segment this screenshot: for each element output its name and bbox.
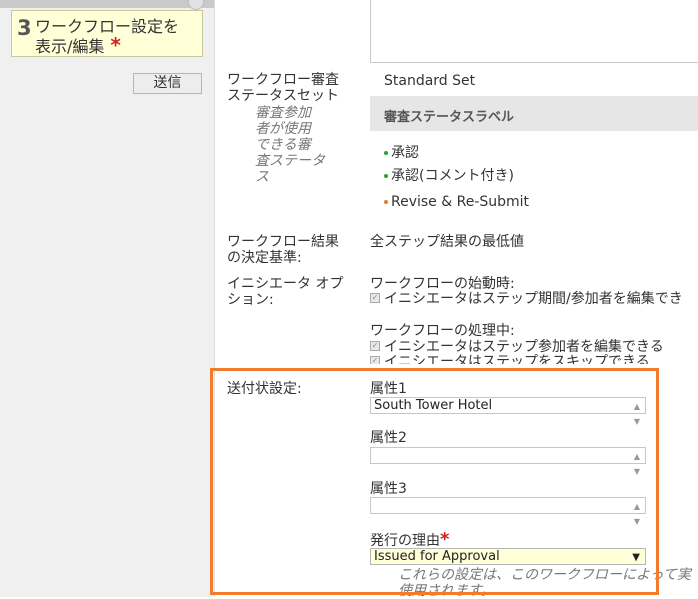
description-textarea[interactable] — [370, 0, 698, 63]
orange-bullet-icon — [384, 200, 388, 204]
progress-heading: ワークフローの処理中: — [370, 323, 515, 339]
required-asterisk-icon: * — [110, 33, 121, 57]
review-status-help-line: できる審 — [255, 137, 311, 153]
start-option: ✓ イニシエータはステップ期間/参加者を編集でき — [370, 291, 683, 307]
review-status-help-line: ス — [255, 169, 269, 185]
progress-option2: ✓ イニシエータはステップをスキップできる — [370, 354, 650, 364]
criteria-label-line2: の決定基準: — [227, 250, 302, 266]
highlight-frame — [210, 368, 659, 595]
initiator-label: イニシエータ オプ ション: — [227, 276, 343, 308]
review-status-help-line: 審査参加 — [255, 105, 311, 121]
step-label-line2-wrap: 表示/編集 * — [35, 33, 179, 57]
initiator-label-line1: イニシエータ オプ — [227, 276, 344, 292]
step-number: 3 — [17, 16, 32, 40]
step-indicator[interactable]: 3 ワークフロー設定を 表示/編集 * — [11, 10, 203, 57]
status-item-revise: Revise & Re-Submit — [384, 194, 529, 210]
progress-option1-label: イニシエータはステップ参加者を編集できる — [384, 339, 664, 355]
start-heading: ワークフローの始動時: — [370, 276, 515, 292]
checkbox-checked-icon[interactable]: ✓ — [370, 293, 380, 303]
review-status-label: ワークフロー審査 ステータスセット — [227, 72, 339, 104]
progress-option2-label: イニシエータはステップをスキップできる — [384, 354, 650, 364]
review-status-label-line1: ワークフロー審査 — [227, 72, 339, 88]
send-button[interactable]: 送信 — [133, 73, 202, 94]
left-panel: 3 ワークフロー設定を 表示/編集 * 送信 — [0, 0, 215, 597]
left-topbar — [0, 0, 214, 10]
review-status-label-line2: ステータスセット — [227, 88, 339, 104]
review-status-help: 審査参加 者が使用 できる審 査ステータ ス — [255, 105, 325, 185]
start-option-label: イニシエータはステップ期間/参加者を編集でき — [384, 291, 683, 307]
initiator-label-line2: ション: — [227, 292, 274, 308]
step-label: ワークフロー設定を 表示/編集 * — [35, 17, 179, 56]
criteria-value: 全ステップ結果の最低値 — [370, 234, 524, 250]
green-bullet-icon — [384, 174, 388, 178]
status-label-header-text: 審査ステータスラベル — [384, 110, 515, 125]
review-status-help-line: 者が使用 — [255, 121, 311, 137]
status-item-label: 承認 — [391, 145, 419, 161]
green-bullet-icon — [384, 151, 388, 155]
checkbox-checked-icon[interactable]: ✓ — [370, 341, 380, 351]
progress-option1: ✓ イニシエータはステップ参加者を編集できる — [370, 339, 664, 355]
status-label-header: 審査ステータスラベル — [370, 96, 698, 131]
review-status-help-line: 査ステータ — [255, 153, 325, 169]
criteria-label: ワークフロー結果 の決定基準: — [227, 234, 339, 266]
checkbox-checked-icon[interactable]: ✓ — [370, 356, 380, 364]
step-label-line1: ワークフロー設定を — [35, 17, 180, 36]
status-item-label: 承認(コメント付き) — [391, 168, 514, 184]
status-item-approved-comments: 承認(コメント付き) — [384, 168, 514, 184]
review-status-value: Standard Set — [384, 73, 476, 89]
status-item-approved: 承認 — [384, 145, 419, 161]
step-label-line2: 表示/編集 — [35, 37, 105, 56]
collapse-knob-icon[interactable] — [188, 0, 204, 10]
criteria-label-line1: ワークフロー結果 — [227, 234, 339, 250]
status-item-label: Revise & Re-Submit — [391, 194, 530, 210]
